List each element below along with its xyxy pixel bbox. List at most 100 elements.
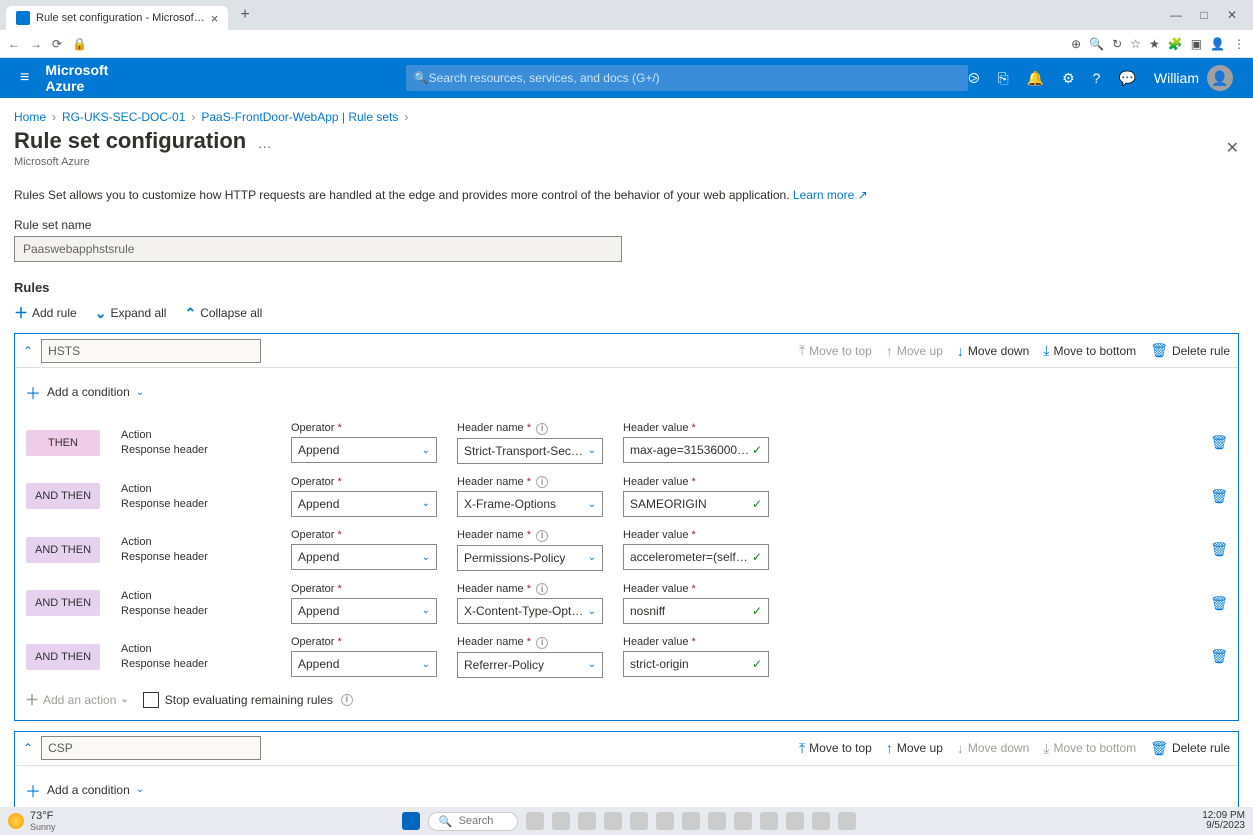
info-icon[interactable]: i — [536, 637, 548, 649]
crumb-rg[interactable]: RG-UKS-SEC-DOC-01 — [62, 110, 185, 124]
ext-icon-3[interactable]: ↻ — [1112, 37, 1122, 51]
rule-name-input[interactable] — [41, 339, 261, 363]
action-row: AND THENActionResponse headerOperator *A… — [25, 523, 1228, 577]
search-input[interactable] — [429, 71, 961, 85]
new-tab-button[interactable]: + — [234, 6, 255, 24]
global-search[interactable]: 🔍 — [406, 65, 969, 91]
rule-name-input[interactable] — [41, 736, 261, 760]
taskbar-app-icon[interactable] — [734, 812, 752, 830]
expand-all-button[interactable]: ⌄Expand all — [95, 305, 167, 322]
taskbar-clock[interactable]: 12:09 PM 9/5/2023 — [1202, 811, 1245, 831]
close-blade-icon[interactable]: ✕ — [1226, 138, 1239, 158]
ext-icon-2[interactable]: 🔍 — [1089, 37, 1104, 51]
move-to-top-button[interactable]: ⤒Move to top — [799, 740, 872, 757]
header-name-select[interactable]: Permissions-Policy⌄ — [457, 545, 603, 571]
taskbar-app-icon[interactable] — [578, 812, 596, 830]
nav-back-icon[interactable]: ← — [8, 37, 20, 51]
crumb-resource[interactable]: PaaS-FrontDoor-WebApp | Rule sets — [201, 110, 398, 124]
add-condition-button[interactable]: ＋Add a condition ⌄ — [25, 772, 144, 808]
extensions-icon[interactable]: 🧩 — [1168, 37, 1183, 51]
taskbar-app-icon[interactable] — [838, 812, 856, 830]
delete-action-icon[interactable]: 🗑 — [1210, 541, 1228, 558]
collapse-rule-icon[interactable]: ⌃ — [23, 344, 33, 358]
collapse-all-button[interactable]: ⌃Collapse all — [184, 305, 262, 322]
learn-more-link[interactable]: Learn more ↗ — [793, 188, 868, 202]
operator-select[interactable]: Append⌄ — [291, 544, 437, 570]
move-down-button[interactable]: ↓Move down — [957, 342, 1029, 359]
header-name-select[interactable]: Strict-Transport-Security⌄ — [457, 438, 603, 464]
info-icon[interactable]: i — [341, 694, 353, 706]
header-value-input[interactable]: max-age=31536000; includ…✓ — [623, 437, 769, 463]
delete-action-icon[interactable]: 🗑 — [1210, 434, 1228, 451]
browser-menu-icon[interactable]: ⋮ — [1233, 37, 1245, 51]
hamburger-menu-icon[interactable]: ≡ — [10, 69, 39, 87]
move-to-bottom-button[interactable]: ⤓Move to bottom — [1043, 342, 1136, 359]
delete-rule-button[interactable]: 🗑Delete rule — [1150, 342, 1230, 359]
taskbar-app-icon[interactable] — [526, 812, 544, 830]
user-menu[interactable]: William 👤 — [1154, 65, 1233, 91]
help-icon[interactable]: ? — [1093, 70, 1101, 86]
operator-select[interactable]: Append⌄ — [291, 651, 437, 677]
taskbar-app-icon[interactable] — [812, 812, 830, 830]
delete-action-icon[interactable]: 🗑 — [1210, 595, 1228, 612]
header-value-input[interactable]: nosniff✓ — [623, 598, 769, 624]
header-value-input[interactable]: SAMEORIGIN✓ — [623, 491, 769, 517]
operator-select[interactable]: Append⌄ — [291, 491, 437, 517]
notifications-icon[interactable]: 🔔 — [1027, 70, 1044, 87]
collapse-rule-icon[interactable]: ⌃ — [23, 741, 33, 755]
info-icon[interactable]: i — [536, 476, 548, 488]
window-minimize-button[interactable]: — — [1167, 8, 1185, 22]
info-icon[interactable]: i — [536, 423, 548, 435]
window-close-button[interactable]: ✕ — [1223, 8, 1241, 22]
window-maximize-button[interactable]: □ — [1195, 8, 1213, 22]
header-name-select[interactable]: Referrer-Policy⌄ — [457, 652, 603, 678]
taskbar-app-icon[interactable] — [630, 812, 648, 830]
tab-close-icon[interactable]: × — [211, 11, 219, 26]
taskbar-weather[interactable]: 73°F Sunny — [8, 810, 56, 832]
sidebar-icon[interactable]: ▣ — [1191, 37, 1202, 51]
move-up-button: ↑Move up — [886, 342, 943, 359]
header-name-select[interactable]: X-Content-Type-Options⌄ — [457, 598, 603, 624]
taskbar-app-icon[interactable] — [760, 812, 778, 830]
brand-label[interactable]: Microsoft Azure — [45, 62, 145, 94]
operator-select[interactable]: Append⌄ — [291, 437, 437, 463]
operator-select[interactable]: Append⌄ — [291, 598, 437, 624]
taskbar-search-input[interactable] — [459, 815, 519, 827]
nav-forward-icon[interactable]: → — [30, 37, 42, 51]
crumb-home[interactable]: Home — [14, 110, 46, 124]
taskbar-app-icon[interactable] — [708, 812, 726, 830]
header-name-select[interactable]: X-Frame-Options⌄ — [457, 491, 603, 517]
ext-icon-5[interactable]: ★ — [1149, 37, 1160, 51]
info-icon[interactable]: i — [536, 530, 548, 542]
taskbar-app-icon[interactable] — [604, 812, 622, 830]
start-button[interactable] — [402, 812, 420, 830]
delete-action-icon[interactable]: 🗑 — [1210, 648, 1228, 665]
directory-icon[interactable]: ⎘ — [997, 70, 1008, 87]
profile-icon[interactable]: 👤 — [1210, 37, 1225, 51]
page-more-icon[interactable]: … — [258, 135, 272, 151]
browser-tab[interactable]: Rule set configuration - Microsof… × — [6, 6, 228, 30]
taskbar-app-icon[interactable] — [656, 812, 674, 830]
taskbar-app-icon[interactable] — [682, 812, 700, 830]
add-condition-button[interactable]: ＋Add a condition ⌄ — [25, 374, 144, 410]
ext-icon-1[interactable]: ⊕ — [1071, 37, 1081, 51]
feedback-icon[interactable]: 💬 — [1118, 70, 1135, 87]
settings-icon[interactable]: ⚙ — [1062, 70, 1075, 87]
delete-action-icon[interactable]: 🗑 — [1210, 488, 1228, 505]
checkbox-icon[interactable] — [143, 692, 159, 708]
taskbar-app-icon[interactable] — [552, 812, 570, 830]
taskbar-app-icon[interactable] — [786, 812, 804, 830]
info-icon[interactable]: i — [536, 583, 548, 595]
header-value-input[interactable]: strict-origin✓ — [623, 651, 769, 677]
taskbar-search[interactable]: 🔍 — [428, 812, 518, 831]
nav-refresh-icon[interactable]: ⟳ — [52, 37, 62, 51]
avatar[interactable]: 👤 — [1207, 65, 1233, 91]
add-rule-button[interactable]: ＋Add rule — [14, 303, 77, 323]
header-value-input[interactable]: accelerometer=(self), camer…✓ — [623, 544, 769, 570]
delete-rule-button[interactable]: 🗑Delete rule — [1150, 740, 1230, 757]
crumb-sep-icon: › — [191, 110, 195, 124]
stop-evaluating-checkbox[interactable]: Stop evaluating remaining rules i — [143, 692, 353, 708]
ext-icon-4[interactable]: ☆ — [1130, 37, 1141, 51]
cloud-shell-icon[interactable]: ⧁ — [968, 70, 979, 87]
move-up-button[interactable]: ↑Move up — [886, 740, 943, 757]
